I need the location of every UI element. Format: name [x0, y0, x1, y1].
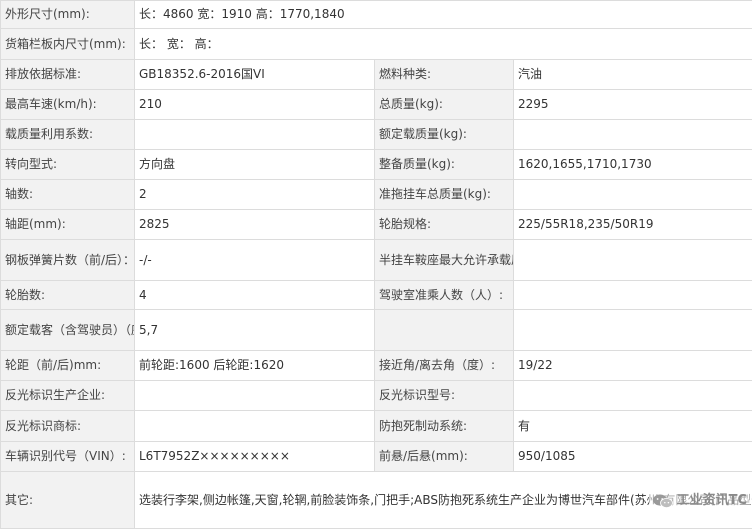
table-row: 轴距(mm): 2825 轮胎规格: 225/55R18,235/50R19: [1, 210, 752, 240]
row-value-2: [514, 281, 752, 310]
row-value: [135, 120, 375, 150]
table-row: 反光标识商标: 防抱死制动系统: 有: [1, 411, 752, 442]
row-value: [135, 381, 375, 411]
row-value: -/-: [135, 240, 375, 281]
row-label-2: 反光标识型号:: [375, 381, 514, 411]
row-value-2: [514, 120, 752, 150]
row-value: L6T7952Z×××××××××: [135, 442, 375, 472]
row-label: 载质量利用系数:: [1, 120, 135, 150]
table-row: 货箱栏板内尺寸(mm): 长： 宽： 高：: [1, 29, 752, 60]
row-value: 210: [135, 90, 375, 120]
row-label: 外形尺寸(mm):: [1, 1, 135, 29]
row-value-2: [514, 240, 752, 281]
row-value-2: [514, 310, 752, 351]
row-label: 轴数:: [1, 180, 135, 210]
row-value: 前轮距:1600 后轮距:1620: [135, 351, 375, 381]
table-row: 轮距（前/后)mm: 前轮距:1600 后轮距:1620 接近角/离去角（度）:…: [1, 351, 752, 381]
row-value: [135, 411, 375, 442]
table-row: 轴数: 2 准拖挂车总质量(kg):: [1, 180, 752, 210]
row-label: 额定载客（含驾驶员）（座位数）:: [1, 310, 135, 351]
row-label: 反光标识生产企业:: [1, 381, 135, 411]
row-value-2: 2295: [514, 90, 752, 120]
row-label-2: [375, 310, 514, 351]
row-label-2: 驾驶室准乘人数（人）:: [375, 281, 514, 310]
table-row: 载质量利用系数: 额定载质量(kg):: [1, 120, 752, 150]
row-value: 5,7: [135, 310, 375, 351]
table-row: 反光标识生产企业: 反光标识型号:: [1, 381, 752, 411]
table-row: 轮胎数: 4 驾驶室准乘人数（人）:: [1, 281, 752, 310]
row-label-2: 防抱死制动系统:: [375, 411, 514, 442]
row-label-2: 半挂车鞍座最大允许承载质量(kg):: [375, 240, 514, 281]
wechat-logo-icon: [652, 493, 674, 509]
table-row: 额定载客（含驾驶员）（座位数）: 5,7: [1, 310, 752, 351]
row-label-2: 额定载质量(kg):: [375, 120, 514, 150]
row-value: 2: [135, 180, 375, 210]
table-row: 钢板弹簧片数（前/后）： -/- 半挂车鞍座最大允许承载质量(kg):: [1, 240, 752, 281]
row-value: 2825: [135, 210, 375, 240]
row-label: 轮胎数:: [1, 281, 135, 310]
row-value-2: 19/22: [514, 351, 752, 381]
row-value: 长： 宽： 高：: [135, 29, 752, 60]
row-label-2: 准拖挂车总质量(kg):: [375, 180, 514, 210]
row-value: 4: [135, 281, 375, 310]
row-value-2: 225/55R18,235/50R19: [514, 210, 752, 240]
watermark: 工业资讯TC: [649, 491, 750, 510]
row-label-2: 前悬/后悬(mm):: [375, 442, 514, 472]
row-label-2: 总质量(kg):: [375, 90, 514, 120]
table-row: 排放依据标准: GB18352.6-2016国VI 燃料种类: 汽油: [1, 60, 752, 90]
table-row: 最高车速(km/h): 210 总质量(kg): 2295: [1, 90, 752, 120]
row-label: 钢板弹簧片数（前/后）：: [1, 240, 135, 281]
row-value-2: 1620,1655,1710,1730: [514, 150, 752, 180]
row-value-2: [514, 180, 752, 210]
other-label: 其它:: [1, 472, 135, 529]
table-row: 车辆识别代号（VIN）: L6T7952Z××××××××× 前悬/后悬(mm)…: [1, 442, 752, 472]
watermark-text: 工业资讯TC: [677, 492, 747, 509]
row-label-2: 燃料种类:: [375, 60, 514, 90]
table-row: 转向型式: 方向盘 整备质量(kg): 1620,1655,1710,1730: [1, 150, 752, 180]
row-label-2: 整备质量(kg):: [375, 150, 514, 180]
row-label: 排放依据标准:: [1, 60, 135, 90]
row-label: 货箱栏板内尺寸(mm):: [1, 29, 135, 60]
row-label: 轴距(mm):: [1, 210, 135, 240]
table-row-other: 其它: 选装行李架,侧边帐篷,天窗,轮辋,前脸装饰条,门把手;ABS防抱死系统生…: [1, 472, 752, 529]
row-label-2: 接近角/离去角（度）:: [375, 351, 514, 381]
row-label: 最高车速(km/h):: [1, 90, 135, 120]
row-label: 反光标识商标:: [1, 411, 135, 442]
row-value-2: 汽油: [514, 60, 752, 90]
spec-table: 外形尺寸(mm): 长：4860 宽：1910 高：1770,1840 货箱栏板…: [0, 0, 752, 529]
row-value: GB18352.6-2016国VI: [135, 60, 375, 90]
row-label: 车辆识别代号（VIN）:: [1, 442, 135, 472]
row-label: 轮距（前/后)mm:: [1, 351, 135, 381]
other-value-cell: 选装行李架,侧边帐篷,天窗,轮辋,前脸装饰条,门把手;ABS防抱死系统生产企业为…: [135, 472, 752, 529]
table-row: 外形尺寸(mm): 长：4860 宽：1910 高：1770,1840: [1, 1, 752, 29]
row-value: 方向盘: [135, 150, 375, 180]
row-value-2: [514, 381, 752, 411]
row-label-2: 轮胎规格:: [375, 210, 514, 240]
row-label: 转向型式:: [1, 150, 135, 180]
row-value-2: 有: [514, 411, 752, 442]
row-value-2: 950/1085: [514, 442, 752, 472]
row-value: 长：4860 宽：1910 高：1770,1840: [135, 1, 752, 29]
